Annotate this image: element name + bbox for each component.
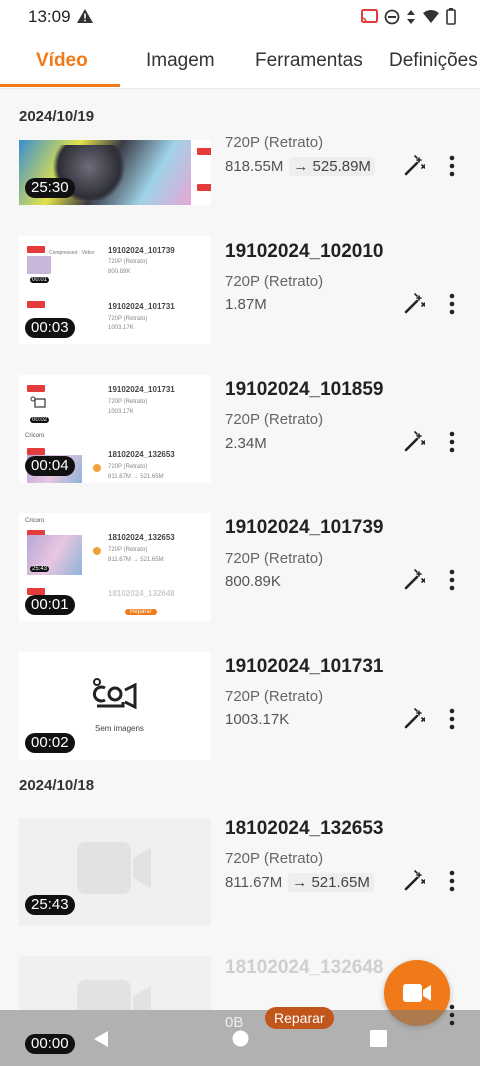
back-icon[interactable] [92,1030,110,1048]
video-title: 19102024_102010 [225,241,384,262]
home-icon[interactable] [232,1030,249,1047]
tab-video[interactable]: Vídeo [36,50,88,72]
video-title: 18102024_132653 [225,818,384,839]
warning-icon [77,9,93,23]
more-vert-icon[interactable] [444,569,460,591]
video-size: 800.89K [225,573,281,590]
duration-badge: 00:03 [25,318,75,338]
video-size: 811.67M [225,874,283,891]
video-resolution: 720P (Retrato) [225,850,324,867]
duration-badge: 00:02 [25,733,75,753]
no-image-icon [92,678,137,710]
video-size: 818.55M [225,158,284,175]
tab-tools[interactable]: Ferramentas [255,50,363,72]
cast-icon [361,9,378,23]
more-vert-icon[interactable] [444,870,460,892]
more-vert-icon[interactable] [444,293,460,315]
magic-wand-icon[interactable] [403,569,425,591]
compressed-size: 521.65M [311,874,370,891]
magic-wand-icon[interactable] [403,708,425,730]
video-size: 0B [225,1014,244,1031]
compressed-size-badge: → 521.65M [288,873,374,892]
compressed-size: 525.89M [312,158,371,175]
video-resolution: 720P (Retrato) [225,273,324,290]
video-resolution: 720P (Retrato) [225,550,324,567]
video-camera-icon [403,984,431,1002]
repair-button[interactable]: Reparar [265,1007,334,1029]
video-title: 19102024_101859 [225,379,384,400]
video-size: 1.87M [225,296,267,313]
video-placeholder-icon [77,980,151,1010]
duration-badge: 00:04 [25,456,75,476]
tab-bar: Vídeo Imagem Ferramentas Definições [0,34,480,89]
wifi-icon [423,10,439,23]
magic-wand-icon[interactable] [403,155,425,177]
duration-badge: 25:30 [25,178,75,198]
status-bar: 13:09 [0,0,480,34]
video-size: 1003.17K [225,711,290,728]
video-resolution: 720P (Retrato) [225,688,324,705]
date-header: 2024/10/18 [19,777,95,794]
more-vert-icon[interactable] [444,155,460,177]
magic-wand-icon[interactable] [403,431,425,453]
status-icons [361,8,456,25]
video-resolution: 720P (Retrato) [225,134,324,151]
compressed-size-badge: → 525.89M [289,157,375,176]
date-header: 2024/10/19 [19,108,95,125]
video-size-row: 818.55M → 525.89M [225,157,375,176]
battery-icon [446,8,456,25]
duration-badge: 00:00 [25,1034,75,1054]
magic-wand-icon[interactable] [403,293,425,315]
video-resolution: 720P (Retrato) [225,411,324,428]
more-vert-icon[interactable] [444,708,460,730]
dnd-icon [384,9,400,24]
duration-badge: 00:01 [25,595,75,615]
more-vert-icon[interactable] [444,431,460,453]
status-time: 13:09 [28,7,71,26]
video-title: 18102024_132648 [225,957,384,978]
data-icon [407,9,415,24]
video-placeholder-icon [77,842,151,894]
recents-icon[interactable] [370,1030,387,1047]
video-size-row: 811.67M → 521.65M [225,873,374,892]
system-navigation-bar: 0B 00:00 [0,1004,480,1066]
video-thumbnail[interactable] [19,956,211,1010]
video-title: 19102024_101739 [225,517,384,538]
tab-image[interactable]: Imagem [146,50,215,72]
tab-settings[interactable]: Definições [389,50,478,72]
duration-badge: 25:43 [25,895,75,915]
video-size: 2.34M [225,435,267,452]
magic-wand-icon[interactable] [403,870,425,892]
video-title: 19102024_101731 [225,656,384,677]
more-vert-icon[interactable] [444,1004,460,1026]
active-tab-indicator [0,84,120,87]
